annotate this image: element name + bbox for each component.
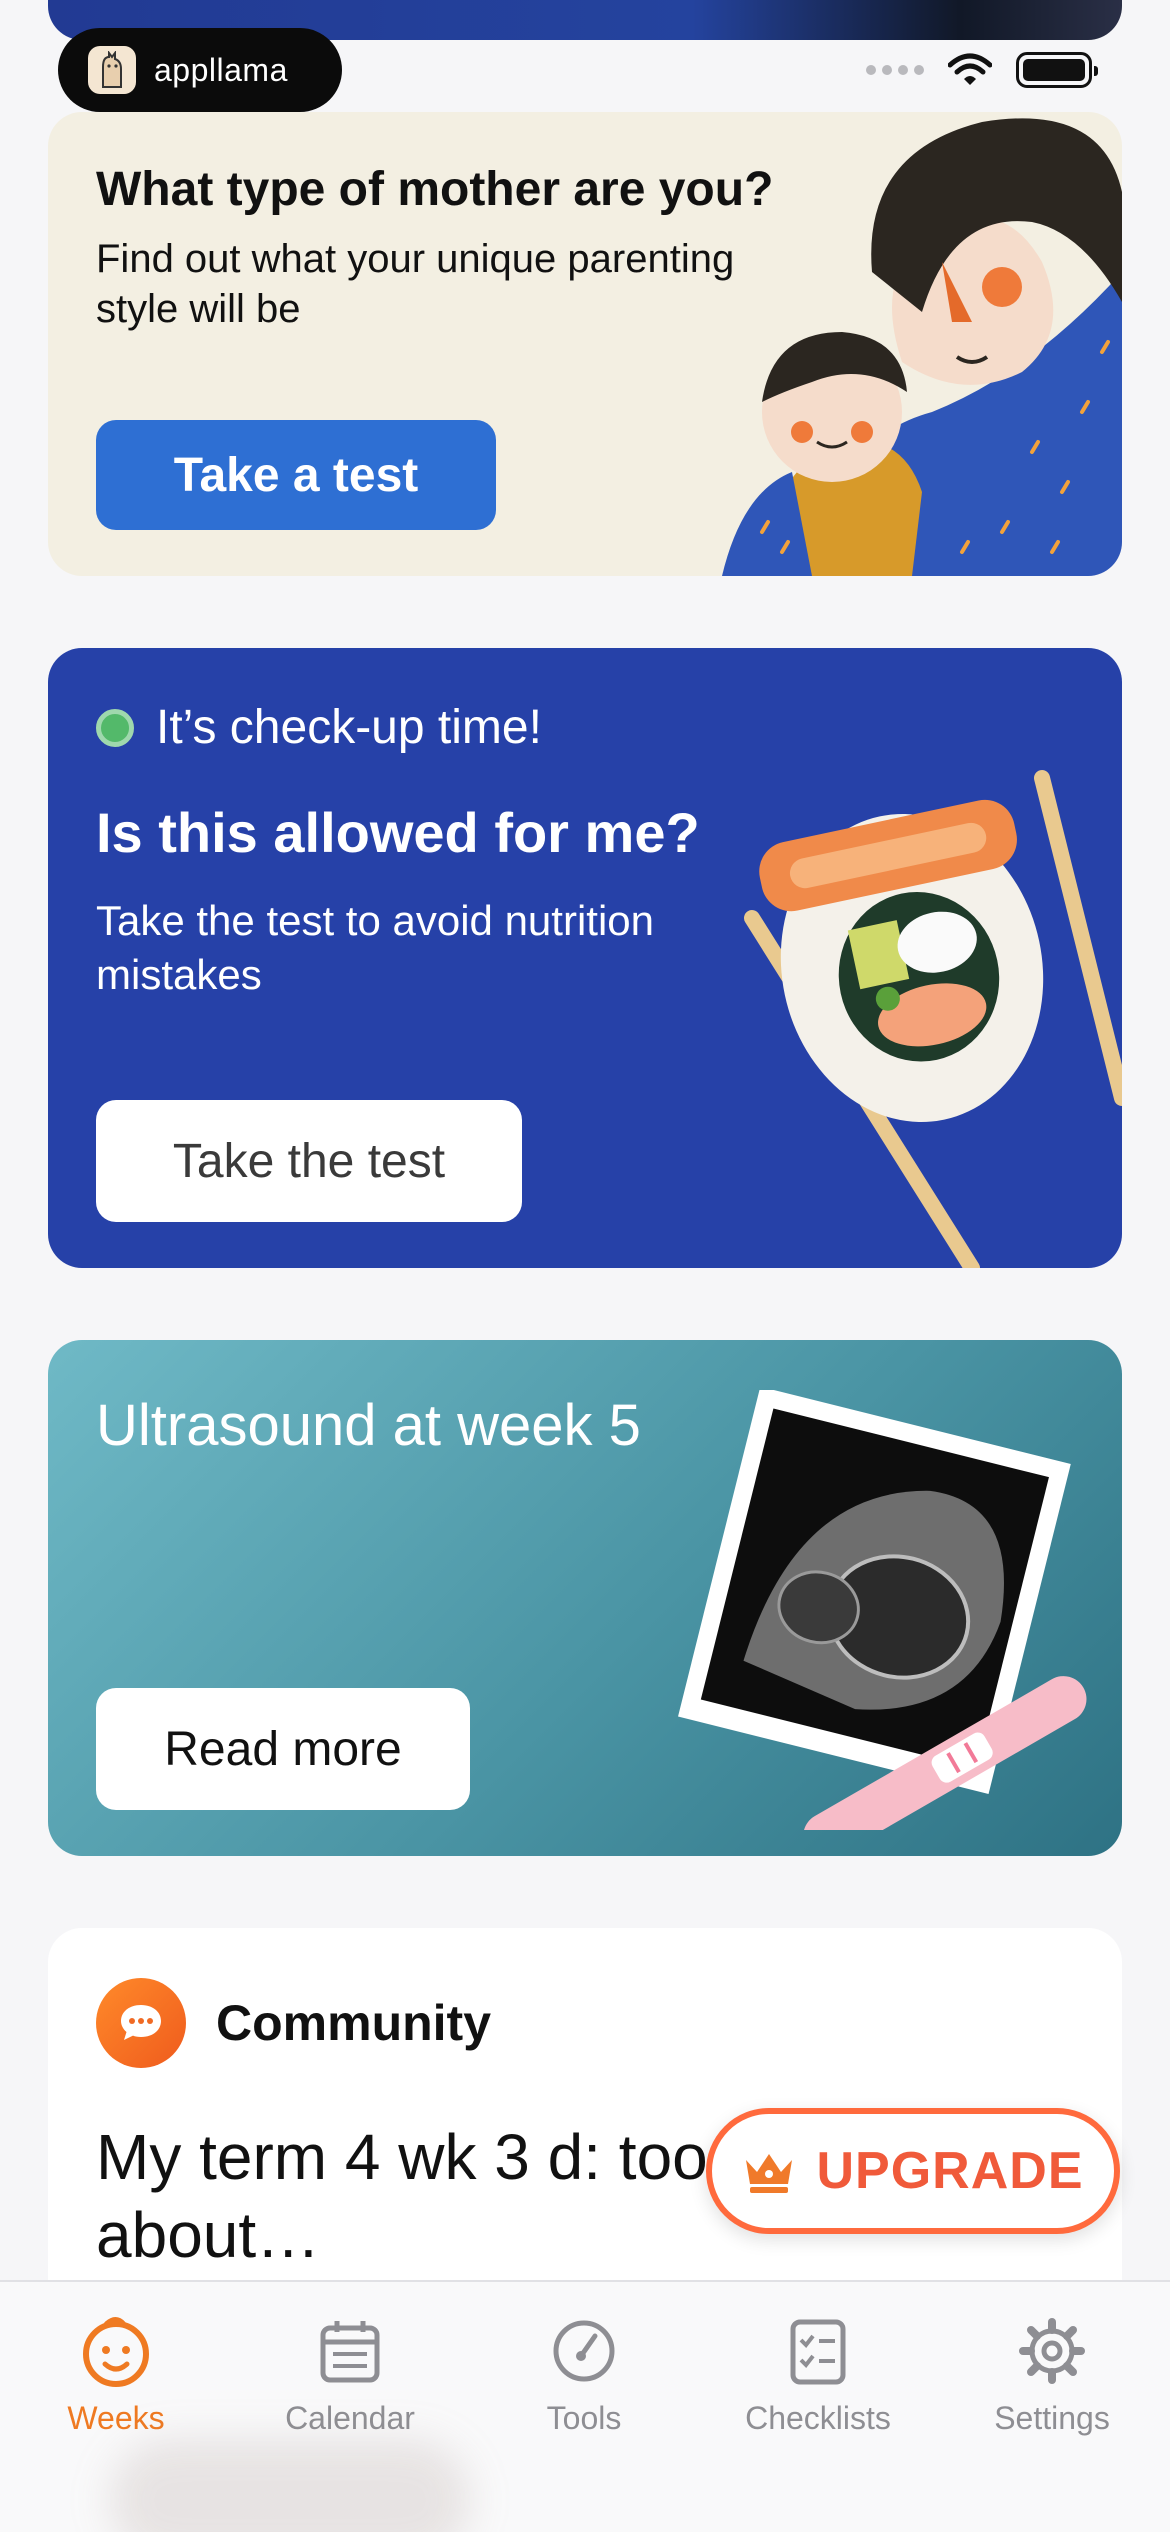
take-a-test-button[interactable]: Take a test (96, 420, 496, 530)
status-dot-icon (96, 708, 134, 747)
tab-tools[interactable]: Tools (484, 2312, 684, 2437)
card-subtitle: Take the test to avoid nutrition mistake… (96, 897, 654, 998)
checkup-tag-label: It’s check-up time! (156, 701, 542, 754)
battery-icon (1016, 52, 1098, 88)
brand-badge: appllama (58, 28, 342, 112)
take-the-test-button[interactable]: Take the test (96, 1100, 522, 1222)
upgrade-button[interactable]: UPGRADE (706, 2108, 1120, 2234)
tab-label: Settings (994, 2400, 1110, 2436)
crown-icon (746, 2154, 793, 2193)
tab-calendar[interactable]: Calendar (250, 2312, 450, 2437)
community-label: Community (216, 1995, 491, 2051)
gauge-icon (553, 2320, 615, 2382)
calendar-icon (320, 2321, 380, 2383)
checkup-tag: It’s check-up time! (96, 700, 542, 755)
card-title: Is this allowed for me? (96, 801, 700, 864)
gear-icon (1019, 2318, 1085, 2384)
tab-label: Tools (546, 2400, 622, 2436)
tab-weeks[interactable]: Weeks (16, 2312, 216, 2437)
mother-type-card[interactable]: What type of mother are you? Find out wh… (48, 112, 1122, 576)
ultrasound-card[interactable]: Ultrasound at week 5 Read more (48, 1340, 1122, 1856)
wifi-icon (948, 53, 992, 85)
ultrasound-photo-illustration (678, 1390, 1087, 1830)
checkup-card[interactable]: It’s check-up time! Is this allowed for … (48, 648, 1122, 1268)
brand-name: appllama (154, 51, 288, 88)
checklist-icon (790, 2319, 846, 2385)
card-title: Ultrasound at week 5 (96, 1393, 641, 1458)
read-more-button[interactable]: Read more (96, 1688, 470, 1810)
tab-label: Weeks (67, 2400, 165, 2436)
screen: { "status": { "brand": "appllama" }, "ca… (0, 0, 1170, 2532)
llama-logo-icon (88, 46, 136, 94)
card-title: What type of mother are you? (96, 163, 774, 216)
mother-and-baby-illustration (722, 118, 1122, 576)
community-header: Community (96, 1978, 491, 2068)
upgrade-label: UPGRADE (816, 2142, 1084, 2200)
baby-face-icon (83, 2317, 149, 2387)
tab-settings[interactable]: Settings (952, 2312, 1152, 2437)
tab-label: Calendar (285, 2400, 415, 2436)
cellular-signal-icon (866, 65, 924, 75)
tab-label: Checklists (745, 2400, 891, 2436)
tab-checklists[interactable]: Checklists (718, 2312, 918, 2437)
status-indicators (866, 52, 1098, 88)
home-indicator-blur (110, 2440, 470, 2532)
sushi-chopsticks-illustration (744, 770, 1122, 1268)
chat-bubble-icon (96, 1978, 186, 2068)
